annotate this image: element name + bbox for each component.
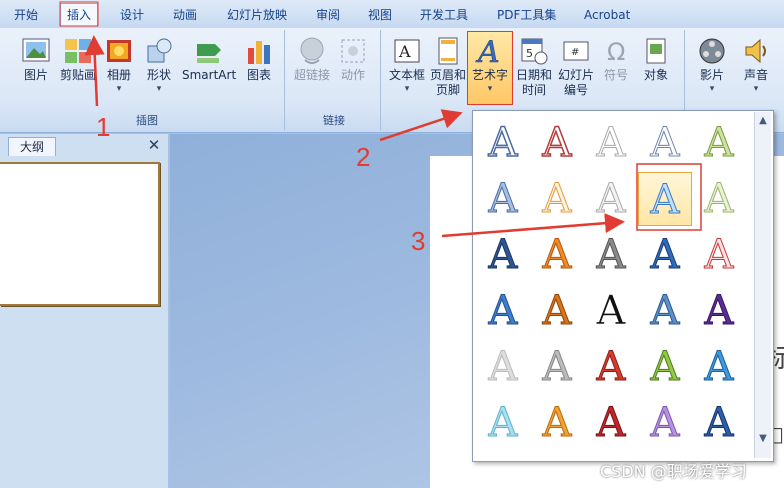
arrow-3 [441, 213, 625, 238]
annotation-number-1: 1 [96, 112, 111, 142]
insert-tab-highlight [59, 1, 99, 27]
selected-style-highlight [636, 163, 702, 231]
annotation-number-3: 3 [411, 226, 426, 256]
watermark: CSDN @职场爱学习 [600, 462, 747, 481]
annotation-arrows [59, 1, 702, 238]
annotation-number-2: 2 [356, 142, 371, 172]
arrow-1 [84, 35, 105, 107]
arrow-2 [379, 109, 463, 142]
